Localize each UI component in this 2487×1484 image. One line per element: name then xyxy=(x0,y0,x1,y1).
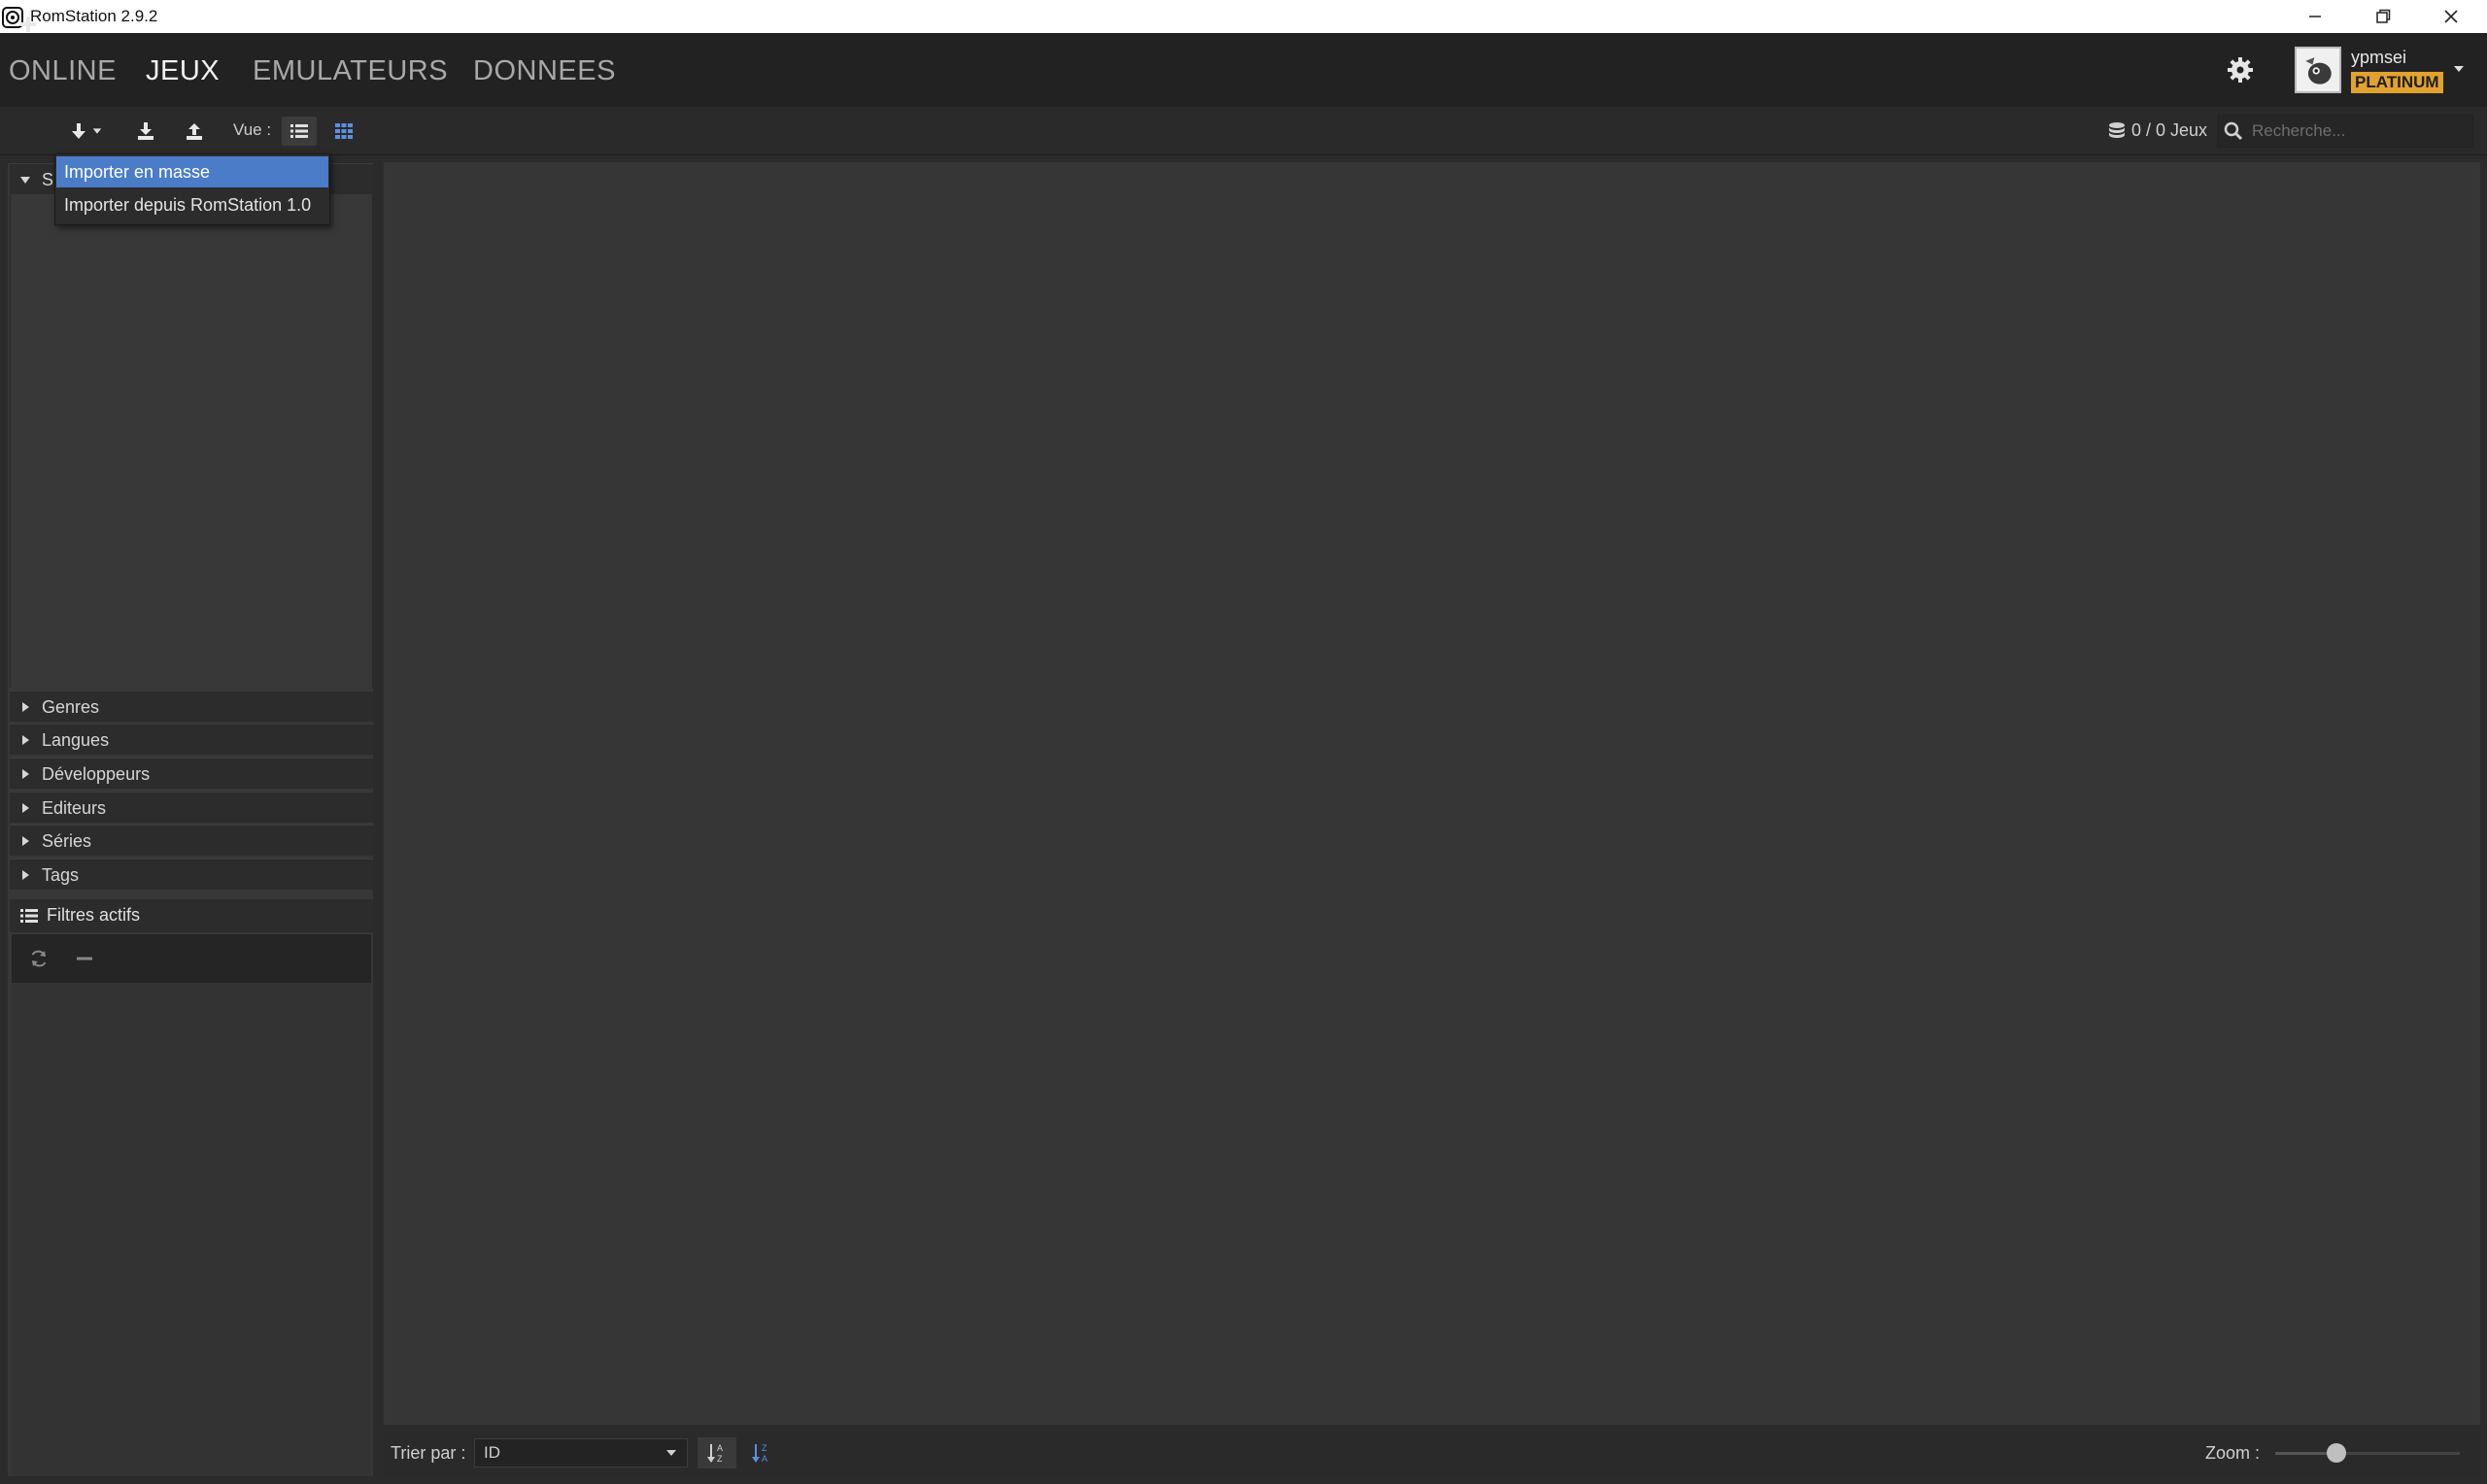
games-count: 0 / 0 Jeux xyxy=(2131,120,2208,140)
download-button[interactable] xyxy=(132,117,159,146)
svg-text:Z: Z xyxy=(762,1443,767,1453)
avatar[interactable] xyxy=(2295,47,2341,93)
list-view-icon xyxy=(290,124,308,138)
chevron-down-icon[interactable] xyxy=(2452,62,2466,76)
tab-jeux[interactable]: JEUX xyxy=(146,55,220,87)
view-list-button[interactable] xyxy=(282,117,317,146)
grid-view-icon xyxy=(335,123,353,139)
status-badge: PLATINUM xyxy=(2351,72,2443,93)
list-icon xyxy=(20,909,38,923)
avatar-image-icon xyxy=(2297,49,2339,91)
accordion-systems-label: S xyxy=(42,170,54,189)
games-list-area xyxy=(383,161,2481,1426)
caret-right-icon xyxy=(22,702,29,712)
tab-emulateurs[interactable]: EMULATEURS xyxy=(253,55,448,87)
minimize-icon xyxy=(2309,16,2321,17)
upload-icon xyxy=(187,123,202,140)
upload-button[interactable] xyxy=(181,117,208,146)
sort-label: Trier par : xyxy=(391,1443,466,1463)
tab-donnees[interactable]: DONNEES xyxy=(473,55,616,87)
gear-icon[interactable] xyxy=(2225,54,2256,85)
search-icon xyxy=(2224,121,2243,141)
sort-alpha-asc-icon: A Z xyxy=(707,1443,723,1464)
active-filters-toolbar xyxy=(12,934,371,983)
download-icon xyxy=(138,122,153,140)
svg-text:Z: Z xyxy=(717,1454,723,1464)
caret-right-icon xyxy=(22,769,29,779)
accordion-langues[interactable]: Langues xyxy=(10,724,373,755)
caret-right-icon xyxy=(22,870,29,880)
database-icon xyxy=(2109,122,2125,138)
accordion-developpeurs[interactable]: Développeurs xyxy=(10,758,373,789)
tab-online[interactable]: ONLINE xyxy=(9,55,117,87)
caret-down-icon xyxy=(20,177,30,184)
add-game-button[interactable] xyxy=(16,10,41,39)
plus-icon xyxy=(20,17,36,32)
systems-list xyxy=(10,194,373,688)
accordion-tags-label: Tags xyxy=(42,865,80,885)
accordion-genres-label: Genres xyxy=(42,697,100,717)
accordion-editeurs-label: Editeurs xyxy=(42,798,107,818)
zoom-slider-thumb[interactable] xyxy=(2326,1443,2346,1463)
title-bar: RomStation 2.9.2 xyxy=(0,0,2487,33)
svg-text:A: A xyxy=(717,1443,723,1453)
caret-right-icon xyxy=(22,803,29,813)
active-filters-list xyxy=(12,983,371,1476)
menu-item-import-bulk[interactable]: Importer en masse xyxy=(56,156,328,187)
sort-select[interactable] xyxy=(474,1438,688,1467)
zoom-label: Zoom : xyxy=(2205,1443,2261,1463)
view-label: Vue : xyxy=(233,120,272,139)
accordion-series-label: Séries xyxy=(42,831,92,851)
minus-icon[interactable] xyxy=(74,948,95,969)
restore-icon xyxy=(2376,9,2391,23)
sort-alpha-desc-icon: Z A xyxy=(752,1443,767,1464)
caret-right-icon xyxy=(22,836,29,846)
import-dropdown-menu: Importer en masse Importer depuis RomSta… xyxy=(54,153,330,225)
sort-descending-button[interactable]: Z A xyxy=(742,1437,781,1468)
view-grid-button[interactable] xyxy=(326,117,361,146)
sort-ascending-button[interactable]: A Z xyxy=(698,1437,736,1468)
menu-item-import-romstation-1[interactable]: Importer depuis RomStation 1.0 xyxy=(56,189,328,220)
chevron-down-icon xyxy=(666,1450,676,1456)
refresh-icon[interactable] xyxy=(28,948,50,969)
accordion-genres[interactable]: Genres xyxy=(10,691,373,722)
accordion-series[interactable]: Séries xyxy=(10,825,373,856)
restore-button[interactable] xyxy=(2349,0,2417,33)
svg-text:A: A xyxy=(762,1454,767,1464)
accordion-editeurs[interactable]: Editeurs xyxy=(10,792,373,823)
active-filters-label: Filtres actifs xyxy=(47,905,141,925)
close-icon xyxy=(2444,10,2458,23)
arrow-down-icon xyxy=(72,123,85,139)
chevron-down-icon xyxy=(92,128,102,134)
zoom-slider-track[interactable] xyxy=(2275,1452,2460,1455)
window-title: RomStation 2.9.2 xyxy=(30,7,158,25)
sort-select-value: ID xyxy=(484,1443,500,1462)
caret-right-icon xyxy=(22,735,29,745)
close-button[interactable] xyxy=(2417,0,2485,33)
accordion-developpeurs-label: Développeurs xyxy=(42,764,151,784)
username: ypmsei xyxy=(2351,48,2407,67)
search-input[interactable] xyxy=(2252,117,2468,146)
accordion-langues-label: Langues xyxy=(42,730,110,750)
minimize-button[interactable] xyxy=(2281,0,2349,33)
import-menu-button[interactable] xyxy=(60,117,111,146)
accordion-tags[interactable]: Tags xyxy=(10,859,373,890)
